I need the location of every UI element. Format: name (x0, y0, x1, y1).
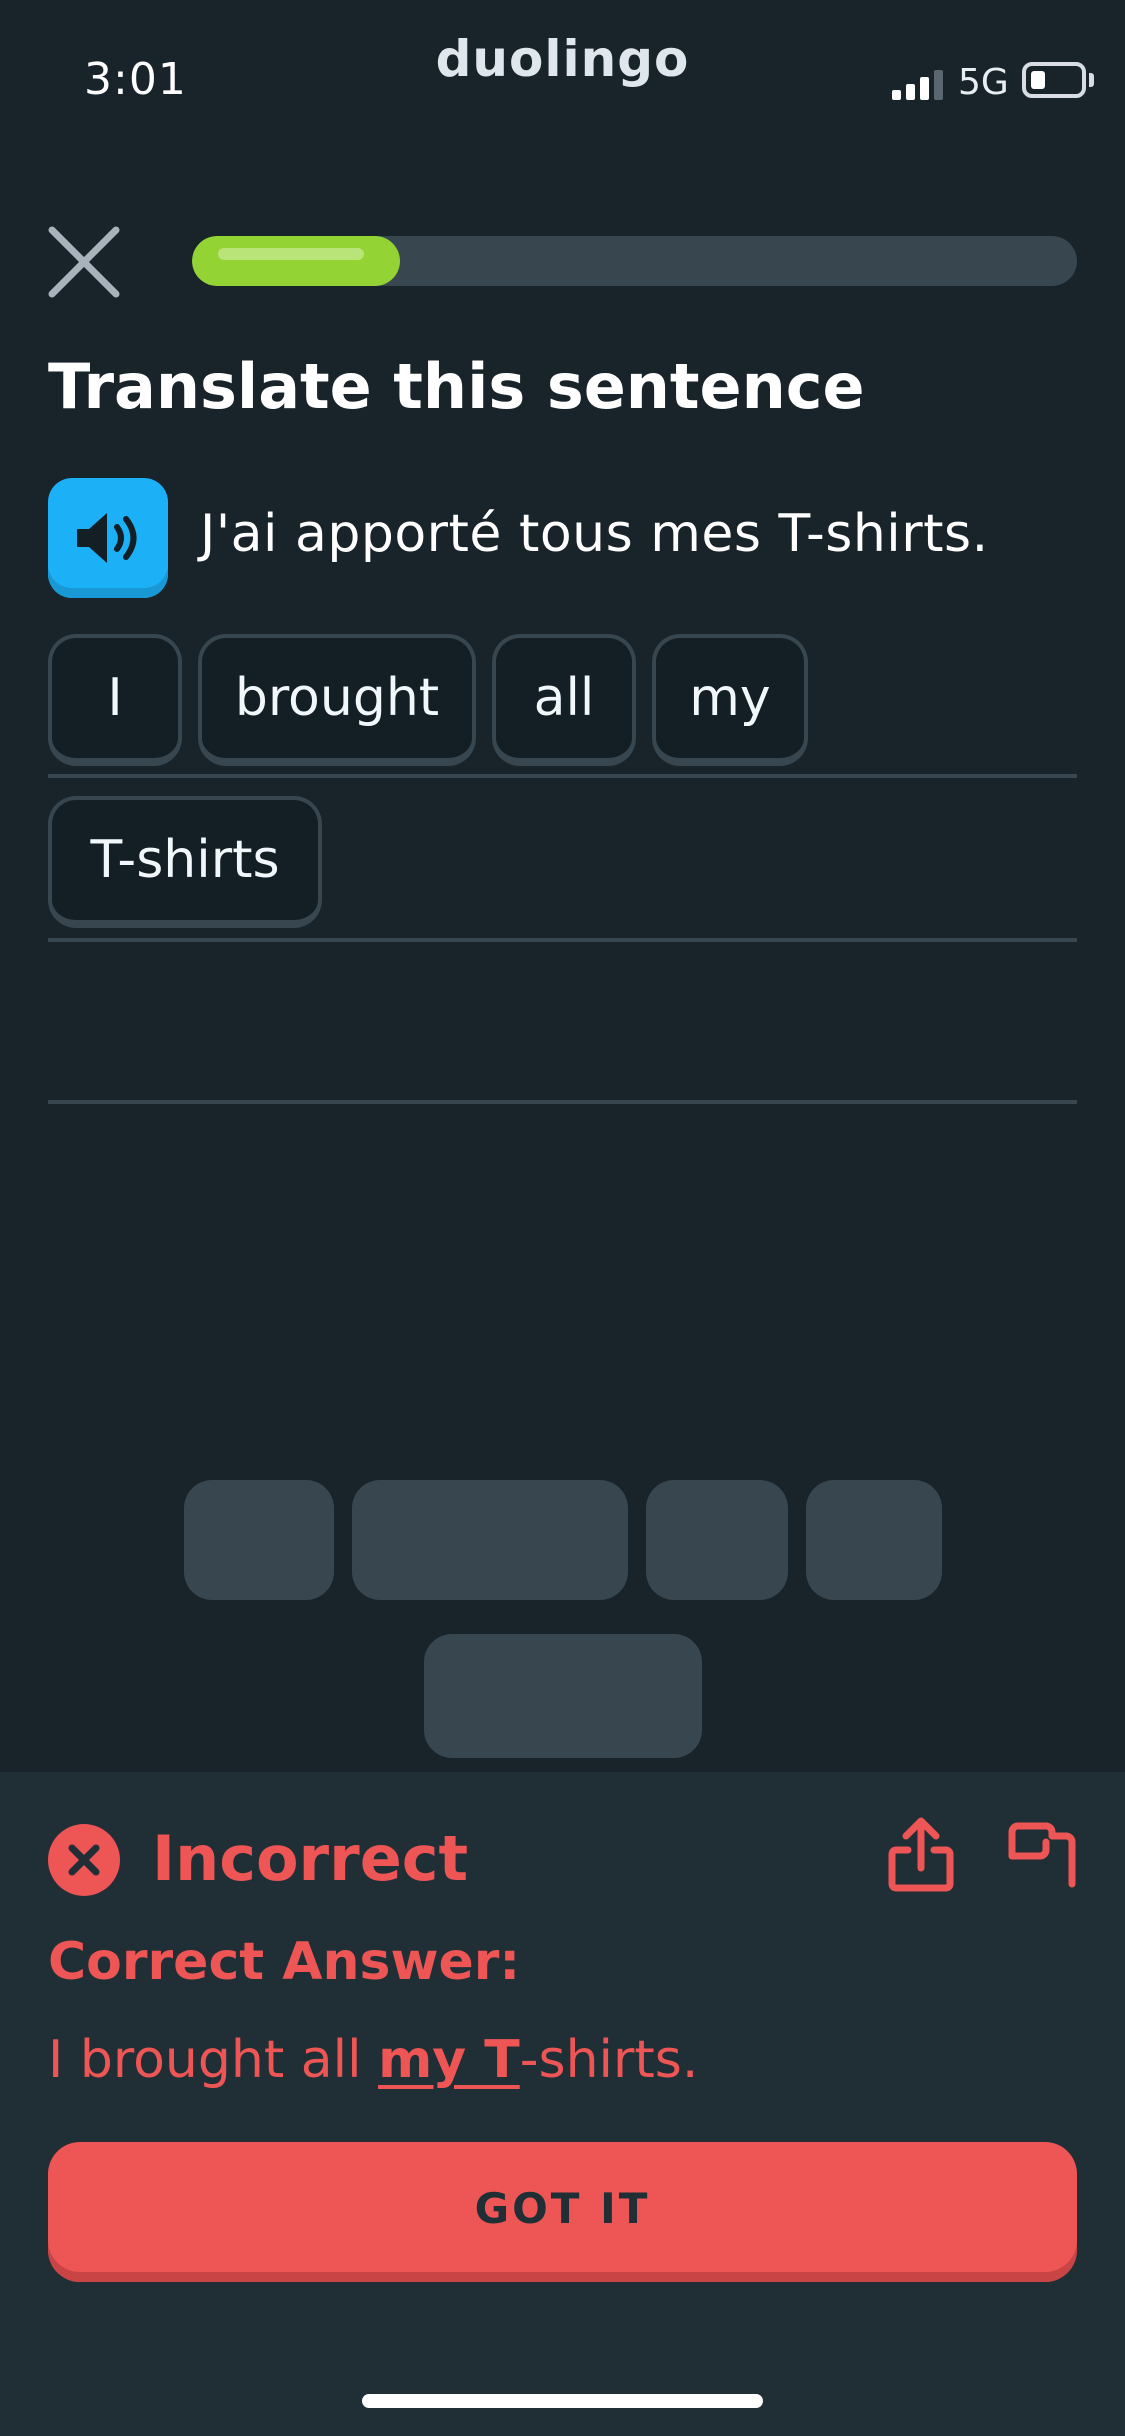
answer-word-chip[interactable]: my (652, 634, 808, 766)
correct-answer-text-part: I brought all (48, 2030, 379, 2090)
close-circle-icon (48, 1824, 120, 1896)
word-bank-slot (806, 1480, 942, 1600)
answer-word-chip[interactable]: T-shirts (48, 796, 322, 928)
prompt-title: Translate this sentence (48, 350, 865, 423)
word-bank-slot (352, 1480, 628, 1600)
source-sentence: J'ai apporté tous mes T-shirts. (200, 504, 989, 564)
word-bank-slot (646, 1480, 788, 1600)
network-type: 5G (958, 62, 1009, 103)
share-icon[interactable] (886, 1816, 956, 1894)
play-audio-button[interactable] (48, 478, 168, 598)
app-brand: duolingo (435, 30, 690, 88)
answer-word-chip[interactable]: brought (198, 634, 476, 766)
correct-answer-text-part: -shirts. (519, 2030, 699, 2090)
correct-answer-highlight: my T (378, 2030, 520, 2090)
got-it-button[interactable]: GOT IT (48, 2142, 1077, 2282)
lesson-progress-fill (192, 236, 400, 286)
feedback-status: Incorrect (152, 1822, 469, 1895)
home-indicator (362, 2394, 763, 2408)
speaker-icon (77, 513, 137, 563)
word-bank-slot (424, 1634, 702, 1758)
cellular-signal-icon (892, 70, 943, 100)
flag-icon[interactable] (1004, 1816, 1080, 1892)
answer-word-chip[interactable]: I (48, 634, 182, 766)
word-bank-slot (184, 1480, 334, 1600)
lesson-progress-highlight (218, 248, 364, 260)
close-icon[interactable] (46, 224, 122, 300)
answer-word-chip[interactable]: all (492, 634, 636, 766)
answer-line-divider (48, 774, 1077, 778)
correct-answer-label: Correct Answer: (48, 1932, 521, 1992)
battery-icon (1022, 62, 1086, 98)
answer-line-divider (48, 1100, 1077, 1104)
correct-answer-text: I brought all my T-shirts. (48, 2030, 698, 2090)
answer-line-divider (48, 938, 1077, 942)
battery-cap (1089, 73, 1094, 87)
lesson-progress-bar (192, 236, 1077, 286)
